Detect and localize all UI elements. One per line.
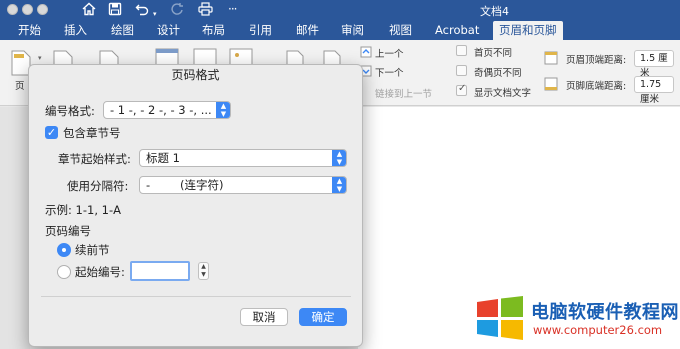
zoom-window-button[interactable] — [37, 4, 48, 15]
tab-view[interactable]: 视图 — [389, 22, 412, 40]
save-icon[interactable] — [108, 2, 122, 16]
number-format-select[interactable]: - 1 -, - 2 -, - 3 -, ... ▲ ▼ — [103, 101, 231, 119]
close-window-button[interactable] — [7, 4, 18, 15]
print-icon[interactable] — [198, 2, 213, 16]
separator-stepper-icon: ▲ ▼ — [332, 177, 346, 193]
start-at-input[interactable] — [130, 261, 190, 281]
continue-from-previous-label: 续前节 — [75, 243, 110, 257]
header-top-distance-input[interactable]: 1.5 厘米 — [634, 50, 674, 79]
page-numbering-heading: 页码编号 — [45, 224, 91, 238]
odd-even-different-label: 奇偶页不同 — [474, 68, 522, 79]
cancel-button[interactable]: 取消 — [240, 308, 288, 326]
number-format-label: 编号格式: — [45, 104, 95, 118]
dialog-divider — [41, 296, 351, 297]
chapter-style-value: 标题 1 — [146, 151, 180, 165]
more-icon[interactable]: ··· — [228, 0, 238, 18]
first-page-different-label: 首页不同 — [474, 48, 513, 59]
tab-header-footer[interactable]: 页眉和页脚 — [493, 21, 563, 40]
chapter-style-label: 章节起始样式: — [58, 152, 131, 166]
redo-icon[interactable] — [170, 2, 184, 16]
footer-bottom-distance-label: 页脚底端距离: — [566, 81, 627, 92]
separator-select[interactable]: - (连字符) ▲ ▼ — [139, 176, 347, 194]
ok-button[interactable]: 确定 — [299, 308, 347, 326]
header-button-label: 页 — [15, 81, 25, 92]
header-position-icon — [544, 51, 558, 65]
watermark-brand: 电脑软硬件教程网 — [531, 302, 679, 323]
tab-home[interactable]: 开始 — [18, 22, 41, 40]
number-format-stepper-icon: ▲ ▼ — [216, 102, 230, 118]
show-document-text-label: 显示文档文字 — [474, 88, 532, 99]
home-icon[interactable] — [82, 2, 96, 16]
tab-design[interactable]: 设计 — [157, 22, 180, 40]
continue-from-previous-radio[interactable] — [57, 243, 71, 257]
include-chapter-checkbox[interactable]: ✓ — [45, 126, 58, 139]
tab-insert[interactable]: 插入 — [64, 22, 87, 40]
undo-icon[interactable] — [135, 2, 149, 16]
next-button[interactable]: 下一个 — [375, 65, 404, 79]
separator-value: - — [146, 178, 151, 192]
chapter-style-select[interactable]: 标题 1 ▲ ▼ — [139, 149, 347, 167]
windows-logo-watermark — [477, 296, 523, 340]
footer-bottom-distance-input[interactable]: 1.75 厘米 — [634, 76, 674, 105]
example-text: 示例: 1-1, 1-A — [45, 203, 121, 217]
link-to-previous-button[interactable]: 链接到上一节 — [375, 86, 432, 100]
include-chapter-label: 包含章节号 — [63, 126, 121, 140]
previous-button[interactable]: 上一个 — [375, 46, 404, 60]
document-title: 文档4 — [480, 5, 509, 18]
tab-draw[interactable]: 绘图 — [111, 22, 134, 40]
header-dropdown-icon[interactable]: ▾ — [38, 54, 42, 62]
start-at-radio[interactable] — [57, 265, 71, 279]
footer-position-icon — [544, 77, 558, 91]
header-top-distance-label: 页眉顶端距离: — [566, 55, 627, 66]
start-at-label: 起始编号: — [75, 265, 125, 279]
title-bar: ▾ ··· 文档4 — [0, 0, 680, 20]
tab-acrobat[interactable]: Acrobat — [435, 22, 479, 40]
tab-mailings[interactable]: 邮件 — [296, 22, 319, 40]
canvas-background — [0, 107, 30, 349]
minimize-window-button[interactable] — [22, 4, 33, 15]
odd-even-different-checkbox[interactable] — [456, 65, 467, 76]
tab-layout[interactable]: 布局 — [202, 22, 225, 40]
separator-label: 使用分隔符: — [67, 179, 129, 193]
number-format-value: - 1 -, - 2 -, - 3 -, ... — [110, 103, 212, 117]
ribbon-tabs: 开始 插入 绘图 设计 布局 引用 邮件 审阅 视图 Acrobat 页眉和页脚 — [0, 20, 680, 40]
first-page-different-checkbox[interactable] — [456, 45, 467, 56]
previous-icon[interactable] — [360, 46, 372, 58]
page-number-format-dialog: 页码格式 编号格式: - 1 -, - 2 -, - 3 -, ... ▲ ▼ ✓… — [28, 64, 363, 347]
tab-review[interactable]: 审阅 — [341, 22, 364, 40]
separator-description: (连字符) — [180, 178, 224, 192]
show-document-text-checkbox[interactable] — [456, 83, 467, 96]
watermark-url: www.computer26.com — [533, 323, 663, 337]
chapter-style-stepper-icon: ▲ ▼ — [332, 150, 346, 166]
dialog-title: 页码格式 — [171, 68, 220, 82]
start-at-stepper[interactable]: ▲ ▼ — [198, 262, 209, 280]
tab-references[interactable]: 引用 — [249, 22, 272, 40]
